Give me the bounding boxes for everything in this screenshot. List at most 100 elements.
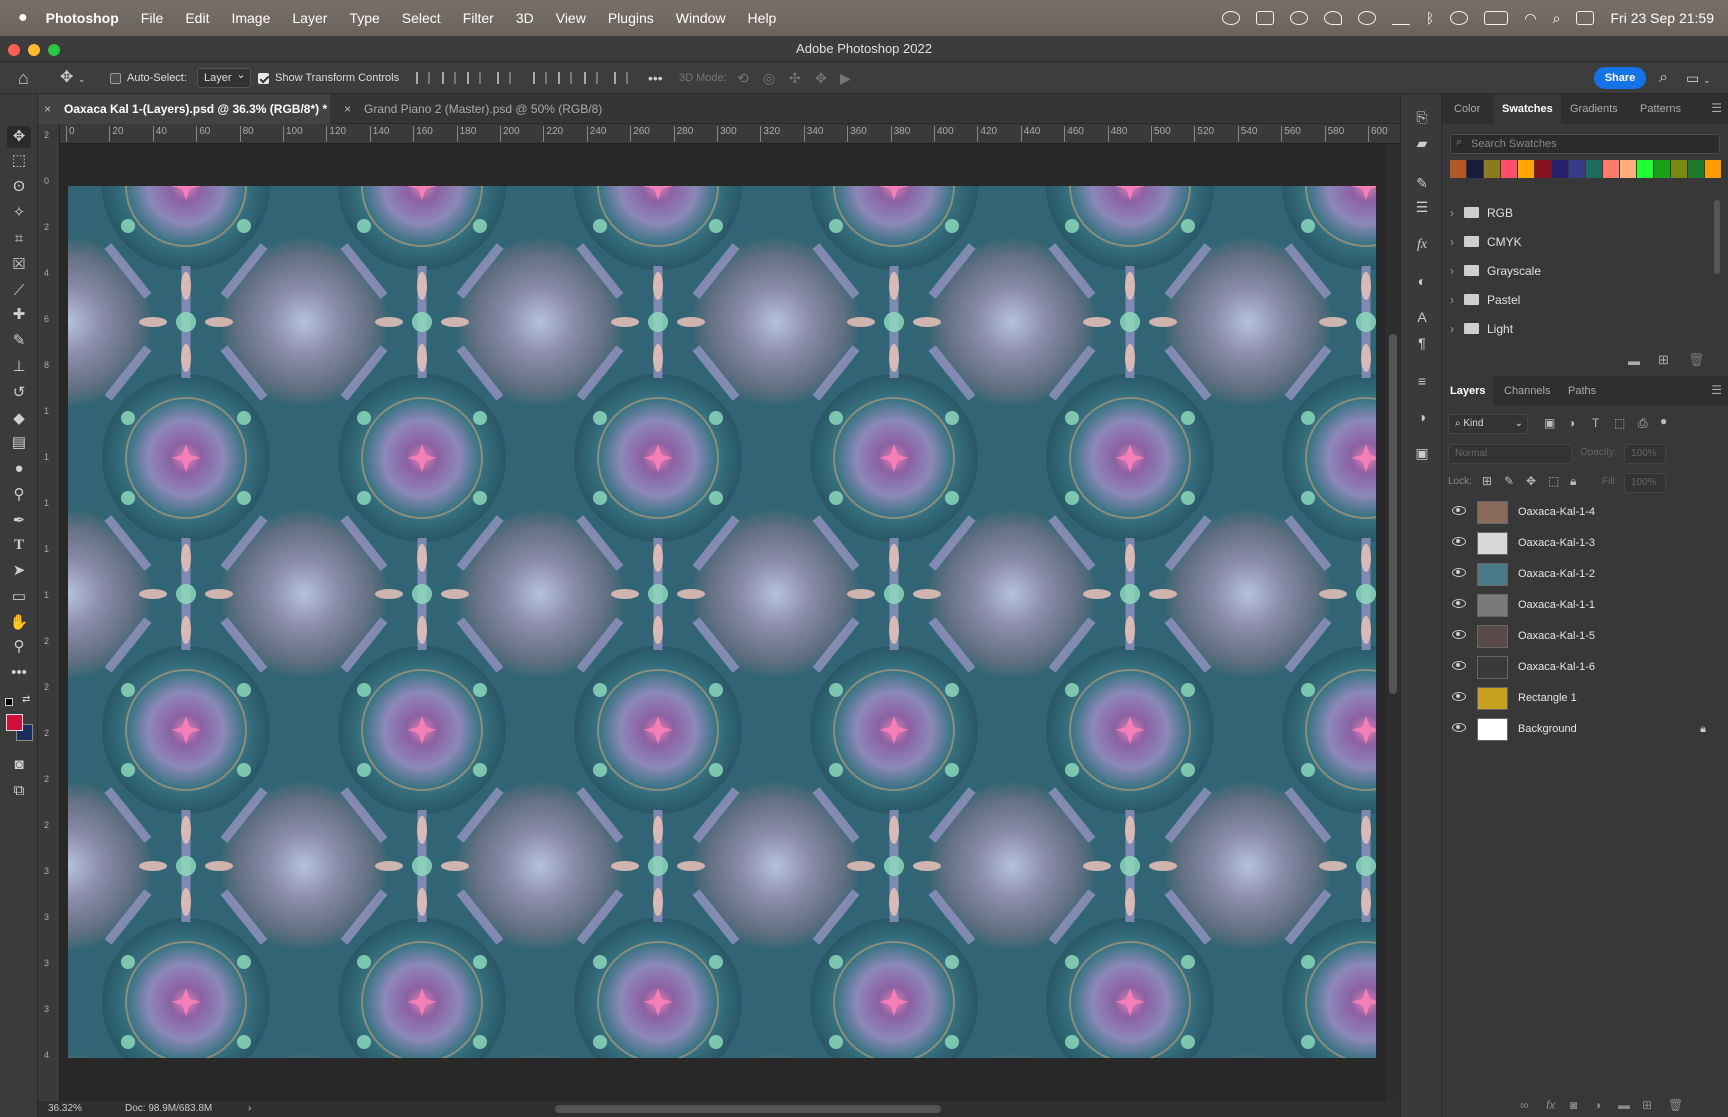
filter-smart-object-icon[interactable]: ⎙ [1638,416,1648,431]
move-tool-icon[interactable]: ✥ [7,126,31,148]
swatch-group-rgb[interactable]: › RGB [1450,200,1513,226]
wifi-icon[interactable]: ◠ [1524,10,1536,27]
new-layer-icon[interactable]: ⊞ [1642,1098,1652,1112]
align-right-icon[interactable] [467,72,481,84]
visibility-eye-icon[interactable] [1452,568,1466,577]
panel-menu-icon[interactable]: ☰ [1711,101,1722,115]
tab-swatches[interactable]: Swatches [1494,94,1561,124]
fill-input[interactable]: 100% [1624,473,1666,493]
new-group-icon[interactable]: ▬ [1618,1098,1630,1112]
filter-toggle-icon[interactable]: ● [1660,414,1667,428]
layer-row[interactable]: Rectangle 1 [1442,683,1728,714]
3d-slide-icon[interactable]: ✥ [815,62,827,94]
color-swatch[interactable] [1671,160,1687,178]
tab-patterns[interactable]: Patterns [1632,94,1689,124]
lock-artboard-icon[interactable]: ⬚ [1548,474,1559,488]
menu-select[interactable]: Select [402,10,441,26]
3d-roll-icon[interactable]: ◎ [763,62,775,94]
close-tab-icon[interactable]: × [44,94,51,124]
color-swatch[interactable] [1586,160,1602,178]
home-icon[interactable]: ⌂ [18,62,29,94]
more-options-icon[interactable]: ••• [648,62,663,94]
clock-text[interactable]: Fri 23 Sep 21:59 [1610,10,1714,26]
activity-icon[interactable] [1392,11,1411,25]
delete-layer-icon[interactable]: 🗑 [1668,1098,1683,1112]
history-brush-tool-icon[interactable]: ↺ [7,382,31,404]
menu-window[interactable]: Window [676,10,726,26]
trash-icon[interactable]: 🗑 [1688,352,1705,368]
healing-brush-tool-icon[interactable]: ✚ [7,304,31,326]
styles-fx-icon[interactable]: fx [1413,236,1431,254]
creative-cloud-icon[interactable] [1222,11,1241,25]
vertical-scrollbar[interactable] [1386,144,1400,1101]
time-machine-icon[interactable] [1358,11,1377,25]
menu-type[interactable]: Type [349,10,379,26]
menu-filter[interactable]: Filter [463,10,494,26]
swap-colors-icon[interactable]: ⇄ [22,694,30,705]
color-swatch[interactable] [1637,160,1653,178]
horizontal-ruler[interactable]: 0 20 40 60 80 100 120 140 160 180 200 220 240 260 280 3… [60,124,1400,144]
history-panel-icon[interactable]: ⎘ [1413,108,1431,126]
panel-menu-icon[interactable]: ☰ [1711,383,1722,397]
opacity-input[interactable]: 100% [1624,444,1666,464]
new-swatch-icon[interactable]: ⊞ [1658,352,1669,368]
app-menu[interactable]: Photoshop [46,10,119,26]
path-selection-tool-icon[interactable]: ➤ [7,560,31,582]
document-canvas-kaleidoscope-image[interactable] [68,186,1376,1058]
filter-adjustment-icon[interactable]: ◑ [1568,416,1575,430]
visibility-eye-icon[interactable] [1452,506,1466,515]
tab-gradients[interactable]: Gradients [1562,94,1626,124]
screen-mode-icon[interactable]: ⧉ [7,780,31,802]
color-swatch[interactable] [1518,160,1534,178]
layer-row[interactable]: Background 🔒︎ [1442,714,1728,745]
lock-image-icon[interactable]: ✎ [1504,474,1514,488]
control-center-icon[interactable] [1576,11,1595,25]
layer-row[interactable]: Oaxaca-Kal-1-2 [1442,559,1728,590]
3d-pan-icon[interactable]: ✣ [789,62,801,94]
swatch-group-light[interactable]: › Light [1450,316,1513,342]
color-swatch[interactable] [1535,160,1551,178]
airdrop-icon[interactable] [1450,11,1469,25]
magic-wand-tool-icon[interactable]: ✧ [7,202,31,224]
quick-mask-icon[interactable]: ◙ [7,754,31,776]
bluetooth-icon[interactable]: ᛒ [1426,10,1434,26]
visibility-eye-icon[interactable] [1452,537,1466,546]
search-icon[interactable]: ⌕ [1659,62,1668,94]
new-group-folder-icon[interactable]: ▬ [1628,354,1640,368]
default-colors-icon[interactable] [5,698,13,706]
swatch-group-grayscale[interactable]: › Grayscale [1450,258,1541,284]
color-panel-icon[interactable]: ◑ [1413,408,1431,426]
swatch-group-cmyk[interactable]: › CMYK [1450,229,1522,255]
distribute-vertical-icon[interactable] [614,72,628,84]
color-swatch[interactable] [1467,160,1483,178]
libraries-panel-icon[interactable]: ▣ [1413,444,1431,462]
layer-row[interactable]: Oaxaca-Kal-1-3 [1442,528,1728,559]
doc-size[interactable]: Doc: 98.9M/683.8M [125,1101,212,1117]
cloud-sync-icon[interactable] [1290,11,1309,25]
display-icon[interactable] [1256,11,1275,25]
visibility-eye-icon[interactable] [1452,692,1466,701]
clone-stamp-tool-icon[interactable]: ⊥ [7,356,31,378]
brush-settings-icon[interactable]: ✎ [1413,174,1431,192]
share-button[interactable]: Share [1594,67,1646,89]
edit-toolbar-icon[interactable]: ••• [7,662,31,684]
lock-transparent-icon[interactable]: ⊞ [1482,474,1492,488]
menu-plugins[interactable]: Plugins [608,10,654,26]
apple-icon[interactable]: ● [18,9,28,27]
tab-paths[interactable]: Paths [1560,376,1604,406]
brush-tool-icon[interactable]: ✎ [7,330,31,352]
color-swatch[interactable] [1603,160,1619,178]
comments-panel-icon[interactable]: ▰ [1413,134,1431,152]
link-layers-icon[interactable]: ∞ [1520,1098,1529,1112]
adjustments-panel-icon[interactable]: ≡ [1413,372,1431,390]
menu-help[interactable]: Help [748,10,777,26]
canvas-area[interactable] [60,144,1386,1101]
zoom-tool-icon[interactable]: ⚲ [7,636,31,658]
menu-edit[interactable]: Edit [185,10,209,26]
tab-grand-piano[interactable]: × Grand Piano 2 (Master).psd @ 50% (RGB/… [338,94,658,124]
vertical-ruler[interactable]: 2 0 2 4 6 8 1 1 1 1 1 2 2 2 2 2 3 3 3 3 4 [38,124,60,1101]
lasso-tool-icon[interactable]: ʘ [7,176,31,198]
color-swatch[interactable] [1654,160,1670,178]
layer-row[interactable]: Oaxaca-Kal-1-4 [1442,497,1728,528]
scrollbar[interactable] [1714,200,1720,274]
